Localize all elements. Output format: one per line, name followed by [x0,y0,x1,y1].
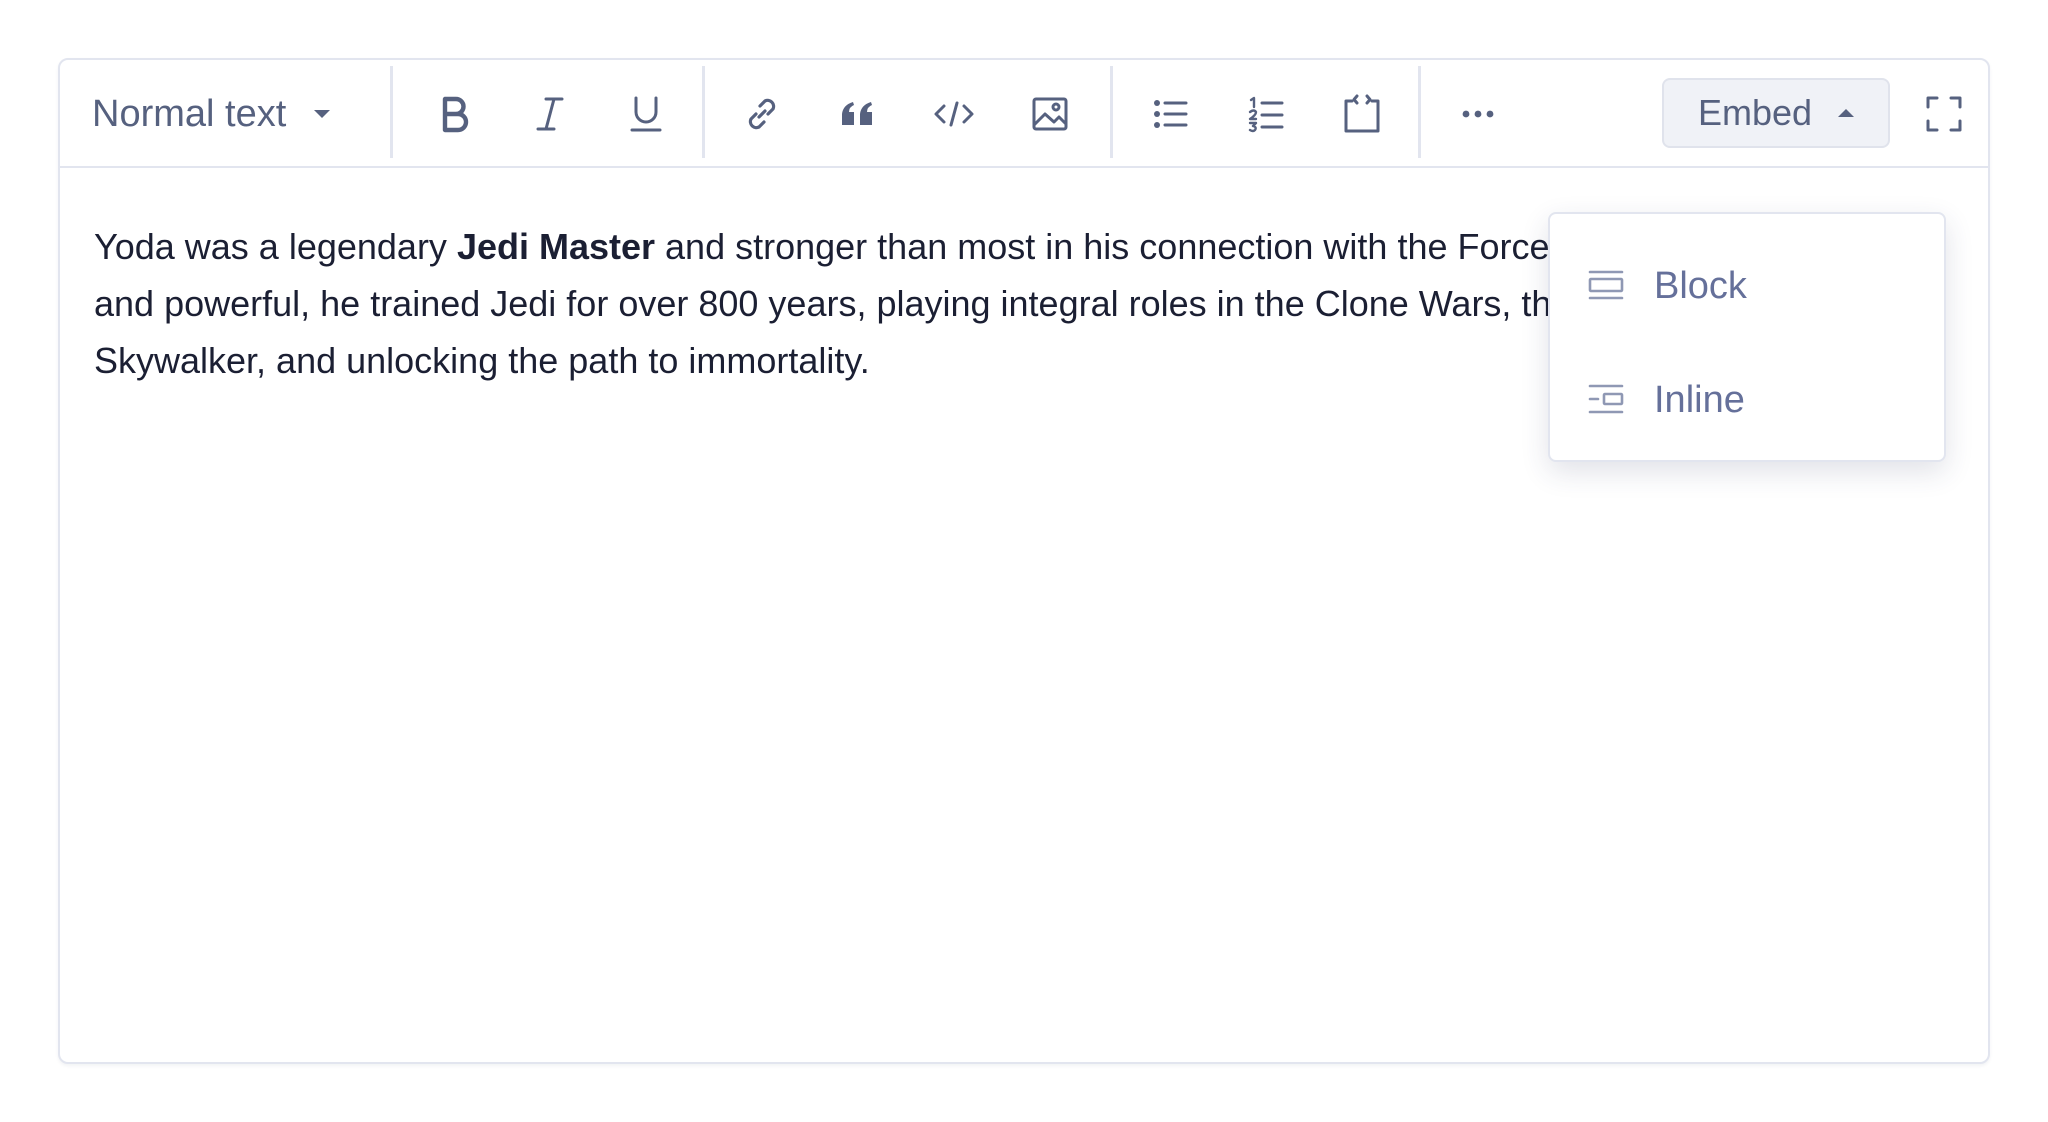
quote-icon [842,102,872,125]
toolbar-divider [390,66,393,158]
embed-button[interactable]: Embed [1662,78,1890,148]
block-embed-icon [1588,270,1624,300]
fullscreen-icon [1926,96,1962,132]
embed-option-label: Block [1654,264,1747,307]
text-style-label: Normal text [92,92,287,135]
code-block-button[interactable] [1334,86,1390,142]
code-icon [934,101,974,127]
toolbar-divider [702,66,705,158]
code-button[interactable] [926,86,982,142]
toolbar-divider [1418,66,1421,158]
more-options-button[interactable] [1450,86,1506,142]
italic-icon [536,97,564,131]
more-icon [1462,110,1494,118]
numbered-list-button[interactable] [1238,86,1294,142]
bullet-list-button[interactable] [1142,86,1198,142]
underline-button[interactable] [618,86,674,142]
embed-option-label: Inline [1654,378,1745,421]
chevron-down-icon [314,110,331,118]
embed-dropdown-menu: Block Inline [1548,212,1946,462]
fullscreen-button[interactable] [1916,86,1972,142]
numbered-list-icon [1248,96,1284,133]
image-icon [1032,97,1068,131]
bold-text: Jedi Master [456,226,656,267]
embed-option-inline[interactable]: Inline [1550,360,1944,440]
link-icon [748,98,776,130]
bold-icon [442,96,469,133]
chevron-up-icon [1838,109,1855,117]
code-block-icon [1344,94,1380,133]
embed-label: Embed [1697,92,1813,133]
toolbar-divider [1110,66,1113,158]
editor-toolbar: Normal text Embed [60,60,1988,168]
italic-button[interactable] [522,86,578,142]
content-text: Yoda was a legendary [94,226,457,267]
text-style-dropdown[interactable]: Normal text [92,84,331,144]
underline-icon [630,96,662,132]
image-button[interactable] [1022,86,1078,142]
rich-text-editor: Normal text Embed Yoda was a legendary J… [58,58,1990,1064]
embed-option-block[interactable]: Block [1550,246,1944,326]
inline-embed-icon [1588,384,1624,414]
link-button[interactable] [734,86,790,142]
bold-button[interactable] [426,86,482,142]
bullet-list-icon [1154,100,1188,128]
quote-button[interactable] [830,86,886,142]
